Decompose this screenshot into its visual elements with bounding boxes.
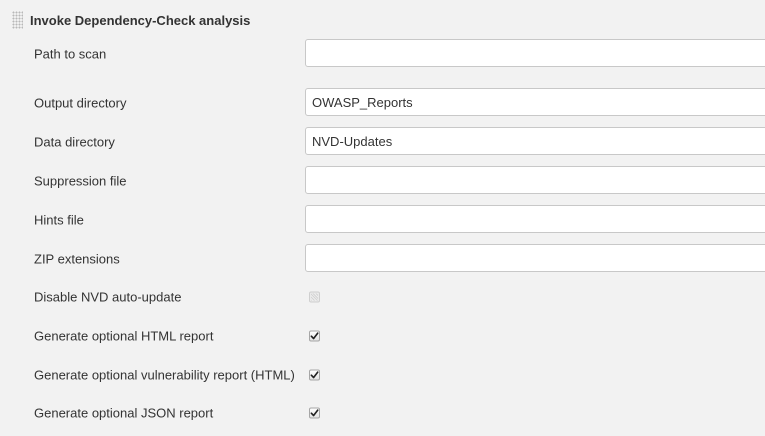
generate-json-report-row: Generate optional JSON report: [0, 398, 765, 428]
generate-html-report-label: Generate optional HTML report: [34, 328, 214, 344]
path-to-scan-label: Path to scan: [34, 46, 107, 62]
output-directory-input[interactable]: [305, 88, 765, 116]
suppression-file-input[interactable]: [305, 166, 765, 194]
suppression-file-label: Suppression file: [34, 173, 127, 189]
generate-vulnerability-report-label: Generate optional vulnerability report (…: [34, 367, 295, 383]
suppression-file-row: Suppression file: [0, 166, 765, 196]
zip-extensions-row: ZIP extensions: [0, 244, 765, 274]
output-directory-label: Output directory: [34, 95, 127, 111]
drag-handle-icon[interactable]: [12, 11, 23, 29]
generate-html-report-checkbox[interactable]: [309, 330, 320, 342]
section-title: Invoke Dependency-Check analysis: [30, 12, 251, 28]
zip-extensions-label: ZIP extensions: [34, 251, 120, 267]
data-directory-label: Data directory: [34, 134, 115, 150]
checkmark-icon: [310, 371, 319, 379]
generate-vulnerability-report-checkbox[interactable]: [309, 369, 320, 381]
disable-nvd-auto-update-row: Disable NVD auto-update: [0, 282, 765, 312]
hints-file-row: Hints file: [0, 205, 765, 235]
data-directory-row: Data directory: [0, 127, 765, 157]
output-directory-row: Output directory: [0, 88, 765, 118]
hints-file-label: Hints file: [34, 212, 84, 228]
generate-json-report-label: Generate optional JSON report: [34, 405, 214, 421]
dependency-check-build-step: Invoke Dependency-Check analysis Path to…: [0, 0, 765, 436]
checkmark-icon: [310, 332, 319, 340]
disable-nvd-auto-update-checkbox: [309, 291, 320, 303]
path-to-scan-row: Path to scan: [0, 39, 765, 69]
generate-json-report-checkbox[interactable]: [309, 407, 320, 419]
data-directory-input[interactable]: [305, 127, 765, 155]
section-header: Invoke Dependency-Check analysis: [12, 10, 250, 30]
path-to-scan-input[interactable]: [305, 39, 765, 67]
checkmark-icon: [310, 409, 319, 417]
hints-file-input[interactable]: [305, 205, 765, 233]
generate-vulnerability-report-row: Generate optional vulnerability report (…: [0, 360, 765, 390]
disable-nvd-auto-update-label: Disable NVD auto-update: [34, 289, 182, 305]
generate-html-report-row: Generate optional HTML report: [0, 321, 765, 351]
zip-extensions-input[interactable]: [305, 244, 765, 272]
